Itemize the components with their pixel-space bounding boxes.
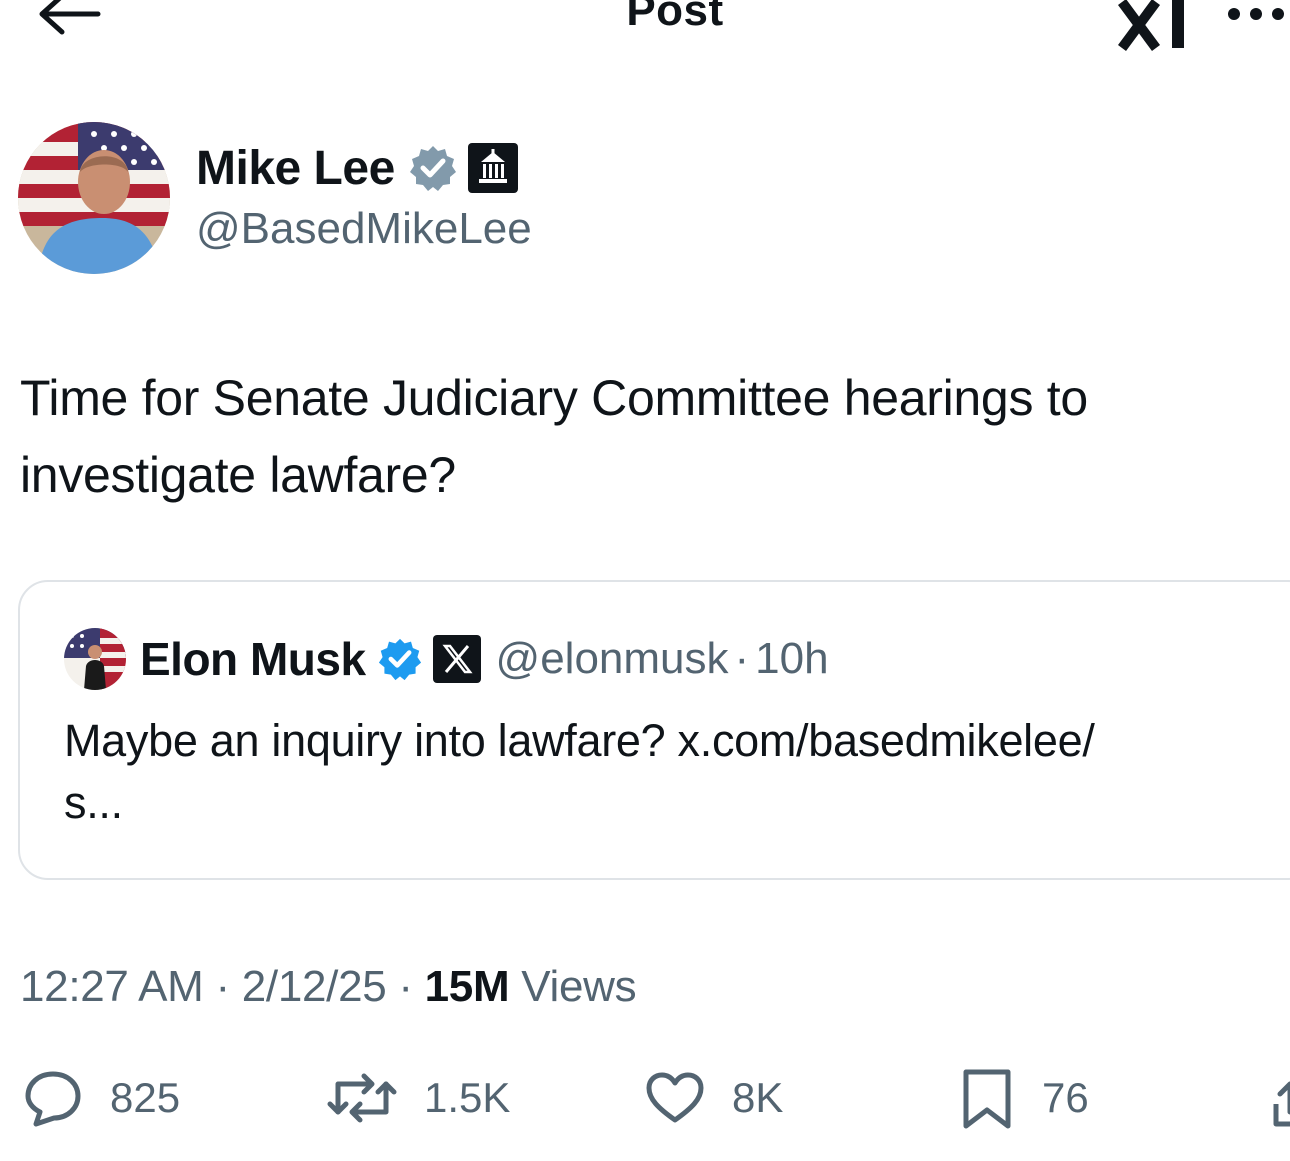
author-name-row: Mike Lee [196,138,519,198]
author-handle[interactable]: @BasedMikeLee [196,204,532,254]
government-building-icon [467,143,518,193]
reply-button[interactable]: 825 [22,1068,180,1128]
like-button[interactable]: 8K [644,1068,783,1128]
meta-separator: · [203,962,242,1011]
heart-icon [646,1072,704,1123]
x-logo-icon [432,635,481,683]
quoted-author-name[interactable]: Elon Musk [140,632,366,686]
bookmark-count: 76 [1042,1074,1089,1121]
avatar-photo [64,628,126,690]
reply-count: 825 [110,1074,181,1121]
share-button[interactable] [1262,1080,1290,1130]
verified-badge-icon [409,146,456,191]
quoted-post-text-line: s... [64,777,123,828]
quoted-post-time: 10h [755,634,829,683]
post-meta: 12:27 AM · 2/12/25 · 15M Views [20,962,637,1012]
repost-count: 1.5K [424,1074,511,1121]
repost-button[interactable]: 1.5K [326,1068,510,1128]
author-name[interactable]: Mike Lee [196,141,395,196]
quoted-author-avatar[interactable] [64,628,126,690]
quoted-post-text-line: Maybe an inquiry into lawfare? x.com/bas… [64,715,1095,766]
views-count[interactable]: 15M [425,962,510,1011]
quoted-author-row: Elon Musk @elonmusk · 10h [140,628,829,690]
share-icon [1273,1081,1290,1127]
tweet-text: Time for Senate Judiciary Committee hear… [20,370,1088,503]
bookmark-icon [963,1069,1011,1129]
reply-icon [25,1071,81,1127]
meta-separator: · [734,634,750,683]
like-count: 8K [732,1074,784,1121]
grok-icon [1117,0,1184,51]
repost-icon [327,1073,397,1123]
quoted-author-handle[interactable]: @elonmusk [496,634,729,684]
more-options-button[interactable] [1224,0,1290,30]
views-label: Views [509,962,637,1011]
post-time: 12:27 AM [20,962,204,1011]
post-date: 2/12/25 [241,962,387,1011]
author-avatar[interactable] [18,122,170,274]
more-dots-icon [1228,8,1284,20]
grok-button[interactable] [1117,0,1192,56]
bookmark-button[interactable]: 76 [958,1068,1089,1129]
verified-badge-icon [378,638,421,681]
quoted-post-text: Maybe an inquiry into lawfare? x.com/bas… [64,710,1274,834]
meta-separator: · [386,962,425,1011]
page-title: Post [626,0,724,35]
avatar-photo [18,122,170,274]
